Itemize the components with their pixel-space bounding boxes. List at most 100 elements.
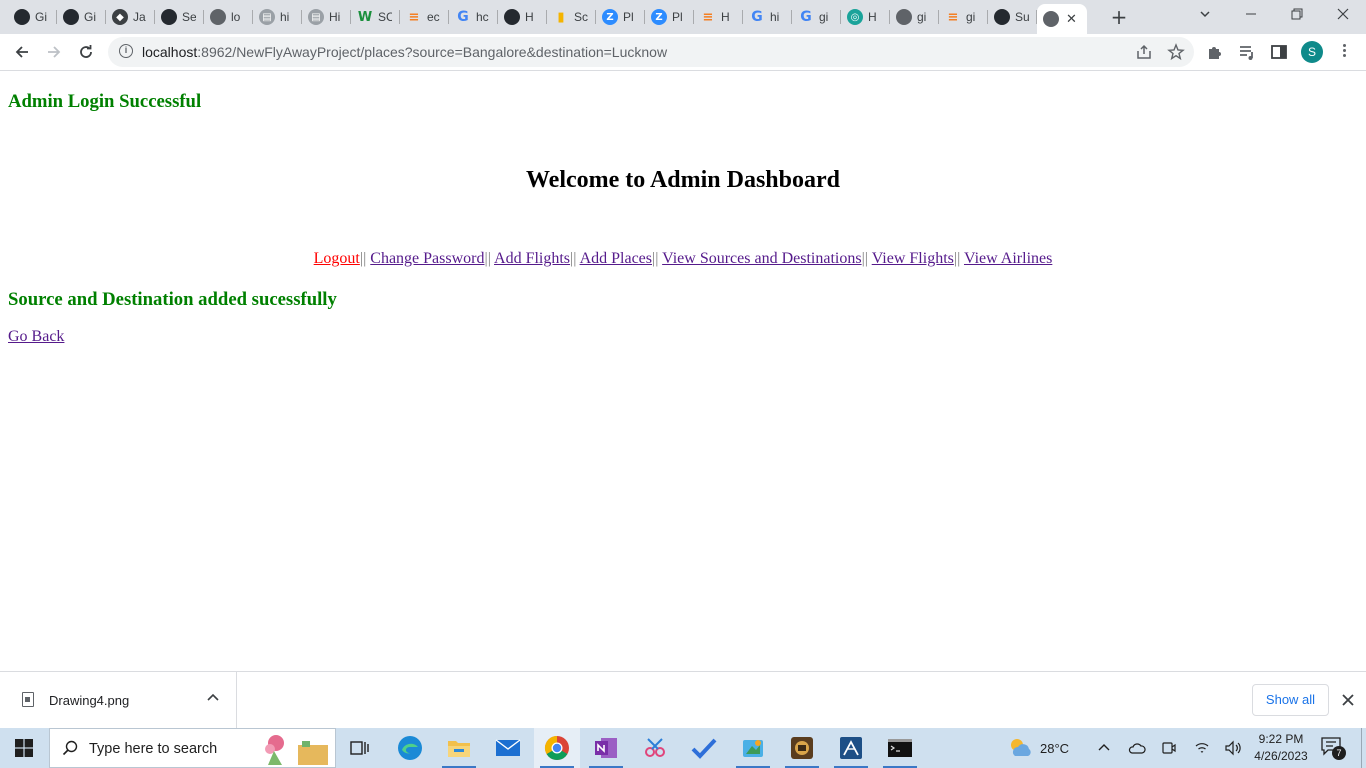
browser-tab[interactable]: ≡ gi (939, 4, 988, 30)
windows-taskbar: Type here to search 28°C 9:22 PM 4/26/20… (0, 728, 1366, 768)
address-bar[interactable]: i localhost:8962/NewFlyAwayProject/place… (108, 37, 1194, 67)
chevron-up-icon (1098, 744, 1110, 751)
browser-tab[interactable]: Gi (8, 4, 57, 30)
cloud-icon (1128, 743, 1146, 754)
browser-tab[interactable]: Su (988, 4, 1037, 30)
profile-avatar[interactable]: S (1301, 41, 1323, 63)
tab-title: Ja (133, 10, 146, 24)
taskbar-mysql-workbench[interactable] (828, 728, 874, 768)
browser-tab[interactable]: ◎ H (841, 4, 890, 30)
browser-tab[interactable]: Ghc (449, 4, 498, 30)
view-flights-link[interactable]: View Flights (872, 250, 954, 267)
tab-title: Su (1015, 10, 1029, 24)
puzzle-icon (1209, 47, 1221, 59)
bookmark-button[interactable] (1167, 43, 1185, 61)
change-password-link[interactable]: Change Password (370, 250, 484, 267)
tab-search-button[interactable] (1193, 5, 1217, 27)
task-view-button[interactable] (337, 728, 383, 768)
go-back-link[interactable]: Go Back (8, 328, 64, 346)
network-button[interactable] (1194, 728, 1210, 768)
close-window-button[interactable] (1331, 5, 1355, 27)
taskbar-mail[interactable] (485, 728, 531, 768)
taskbar-file-explorer[interactable] (436, 728, 482, 768)
tab-title: Hi (329, 10, 341, 24)
show-desktop-button[interactable] (1361, 728, 1366, 768)
browser-tab[interactable]: Ghi (743, 4, 792, 30)
taskbar-todo[interactable] (681, 728, 727, 768)
notification-center-button[interactable]: 7 (1318, 736, 1348, 760)
mail-icon (495, 739, 521, 756)
browser-tab[interactable]: Z Pl (596, 4, 645, 30)
chrome-icon (544, 736, 569, 761)
download-item[interactable]: Drawing4.png (0, 672, 237, 728)
github-icon (63, 9, 79, 25)
system-clock[interactable]: 9:22 PM 4/26/2023 (1248, 731, 1314, 765)
login-success-heading: Admin Login Successful (8, 91, 202, 112)
browser-tab[interactable]: ▮ Sc (547, 4, 596, 30)
view-airlines-link[interactable]: View Airlines (964, 250, 1052, 267)
browser-tab[interactable]: Se (155, 4, 204, 30)
weather-temperature: 28°C (1040, 740, 1070, 756)
browser-tab[interactable]: Z Pl (645, 4, 694, 30)
start-button[interactable] (0, 728, 48, 768)
new-tab-button[interactable]: + (1108, 6, 1130, 28)
taskbar-onenote[interactable] (583, 728, 629, 768)
url-text[interactable]: localhost:8962/NewFlyAwayProject/places?… (142, 44, 667, 60)
minimize-button[interactable] (1239, 5, 1263, 27)
browser-tab[interactable]: ▤ hi (253, 4, 302, 30)
onedrive-button[interactable] (1128, 728, 1146, 768)
clock-date: 4/26/2023 (1254, 749, 1308, 763)
back-button[interactable] (10, 40, 34, 64)
add-places-link[interactable]: Add Places (580, 250, 652, 267)
browser-tab[interactable]: ≡ ec (400, 4, 449, 30)
extensions-button[interactable] (1206, 43, 1226, 63)
nav-separator: || (861, 250, 868, 267)
show-hidden-icons-button[interactable] (1097, 728, 1111, 768)
taskbar-game-app[interactable] (779, 728, 825, 768)
close-tab-icon[interactable]: ✕ (1066, 11, 1077, 27)
browser-tab[interactable]: Ggi (792, 4, 841, 30)
browser-tab[interactable]: Gi (57, 4, 106, 30)
playlist-icon (1240, 46, 1253, 60)
side-panel-button[interactable] (1270, 43, 1290, 63)
weather-widget[interactable]: 28°C (1006, 728, 1069, 768)
chevron-up-icon (207, 693, 219, 701)
site-info-icon[interactable]: i (119, 44, 133, 58)
close-shelf-button[interactable] (1339, 691, 1357, 709)
meet-now-button[interactable] (1161, 728, 1177, 768)
taskbar-chrome[interactable] (534, 728, 580, 768)
share-button[interactable] (1135, 43, 1153, 61)
browser-tab[interactable]: gi (890, 4, 939, 30)
add-flights-link[interactable]: Add Flights (494, 250, 570, 267)
browser-tab[interactable]: H (498, 4, 547, 30)
browser-tab[interactable]: ≡ H (694, 4, 743, 30)
browser-tab[interactable]: ▤ Hi (302, 4, 351, 30)
restore-button[interactable] (1285, 5, 1309, 27)
windows-logo-icon (15, 739, 33, 757)
browser-tab[interactable]: ◆ Ja (106, 4, 155, 30)
forward-button[interactable] (42, 40, 66, 64)
reload-button[interactable] (74, 40, 98, 64)
taskbar-search-box[interactable]: Type here to search (49, 728, 336, 768)
media-control-button[interactable] (1238, 43, 1258, 63)
tab-title: H (721, 10, 730, 24)
tab-title: Se (182, 10, 196, 24)
download-options-button[interactable] (205, 690, 221, 706)
view-sources-link[interactable]: View Sources and Destinations (662, 250, 861, 267)
volume-button[interactable] (1224, 728, 1242, 768)
show-all-button[interactable]: Show all (1252, 684, 1329, 716)
chevron-down-icon (1200, 11, 1210, 18)
browser-tab[interactable]: W SC (351, 4, 400, 30)
taskbar-command-prompt[interactable] (877, 728, 923, 768)
github-icon (994, 9, 1010, 25)
restore-icon (1291, 8, 1303, 20)
tab-active[interactable]: ✕ (1037, 4, 1087, 34)
taskbar-paint[interactable] (730, 728, 776, 768)
browser-tab[interactable]: lo (204, 4, 253, 30)
menu-kebab-icon[interactable] (1341, 42, 1347, 62)
taskbar-edge[interactable] (387, 728, 433, 768)
google-icon: G (751, 9, 763, 25)
logout-link[interactable]: Logout (314, 250, 360, 267)
page-content: Admin Login Successful Welcome to Admin … (0, 72, 1366, 670)
taskbar-snipping-tool[interactable] (632, 728, 678, 768)
